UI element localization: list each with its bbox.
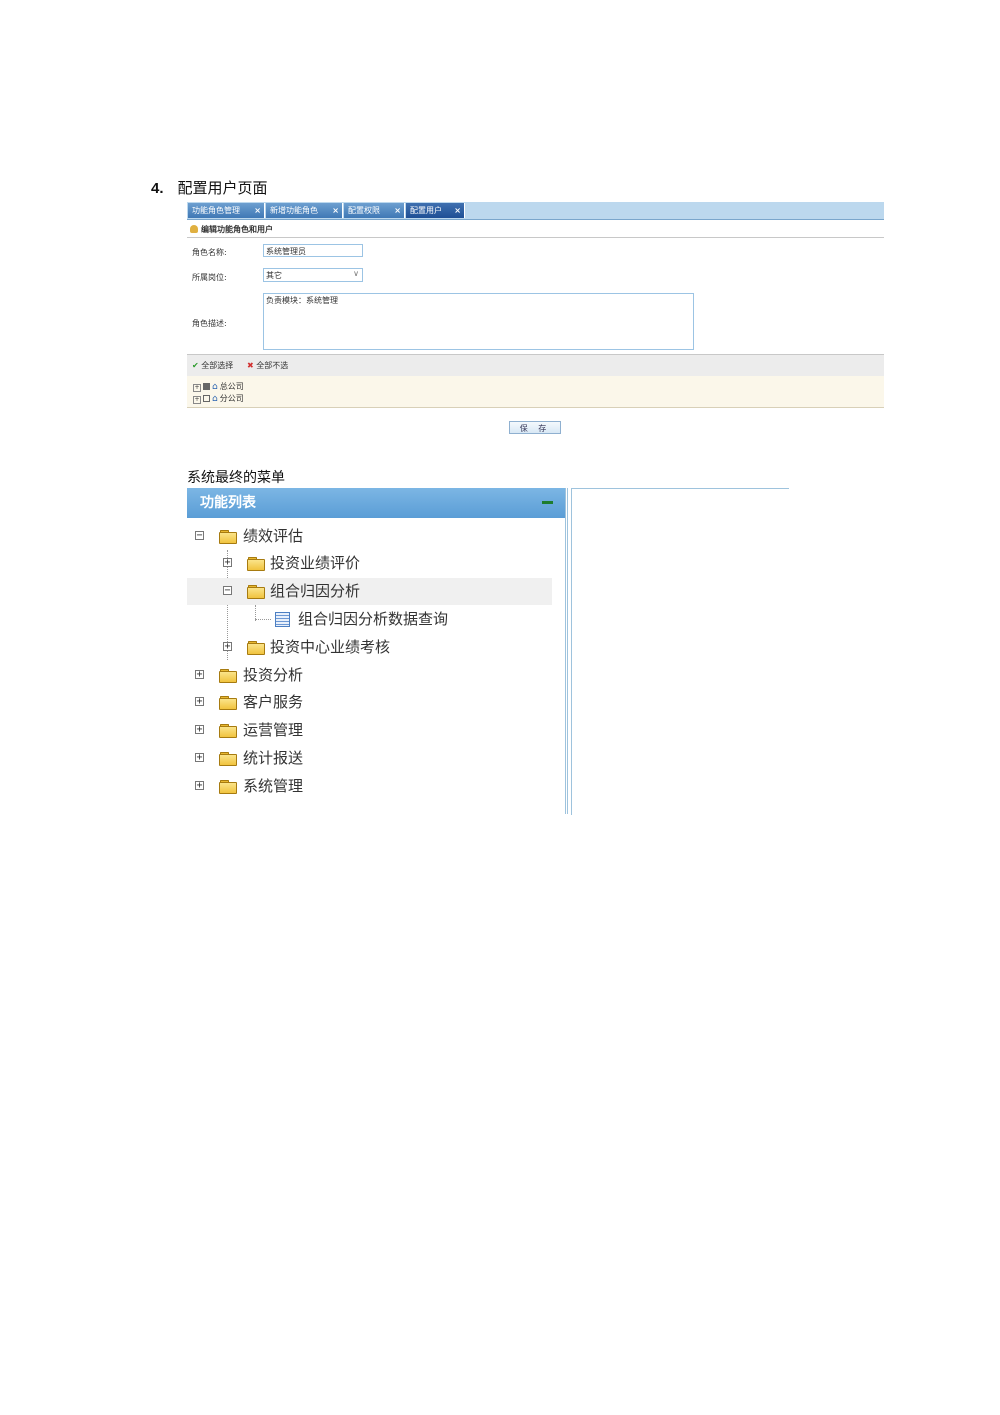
user-icon: [190, 225, 198, 233]
tree-item-label: 绩效评估: [243, 527, 304, 545]
expand-icon[interactable]: +: [223, 642, 232, 652]
close-icon[interactable]: ×: [332, 203, 339, 218]
section2-heading: 系统最终的菜单: [187, 470, 285, 486]
position-label: 所属岗位:: [192, 273, 227, 282]
collapse-icon[interactable]: −: [223, 586, 232, 596]
tree-item[interactable]: − 绩效评估: [187, 523, 552, 550]
tree-item[interactable]: + 客户服务: [187, 689, 552, 716]
expand-icon[interactable]: +: [195, 697, 204, 707]
tree-item[interactable]: + 统计报送: [187, 745, 552, 772]
collapse-icon[interactable]: −: [195, 531, 204, 541]
description-textarea[interactable]: 负责模块：系统管理: [263, 293, 694, 350]
folder-icon: [219, 669, 237, 683]
section-title: 配置用户页面: [177, 179, 268, 197]
checkbox[interactable]: [203, 383, 210, 390]
tab-label: 配置权限: [348, 206, 380, 215]
form-subtitle-text: 编辑功能角色和用户: [201, 225, 273, 234]
section-heading: 4. 配置用户页面: [151, 177, 268, 198]
close-icon[interactable]: ×: [254, 203, 261, 218]
tab-label: 配置用户: [410, 206, 442, 215]
tab-label: 功能角色管理: [192, 206, 240, 215]
select-all-label: 全部选择: [201, 361, 234, 370]
tree-item[interactable]: + 运营管理: [187, 717, 552, 744]
tree-item-label: 投资分析: [243, 666, 304, 684]
position-select[interactable]: 其它 ∨: [263, 268, 363, 282]
home-icon: ⌂: [212, 382, 218, 392]
tree-item-label: 运营管理: [243, 721, 304, 739]
folder-icon: [219, 752, 237, 766]
tree-item-label: 统计报送: [243, 749, 304, 767]
select-all-button[interactable]: ✔ 全部选择: [192, 360, 233, 371]
tab-config-user[interactable]: 配置用户 ×: [406, 203, 465, 218]
description-label: 角色描述:: [192, 319, 227, 328]
chevron-down-icon: ∨: [353, 269, 359, 278]
save-button[interactable]: 保 存: [509, 421, 561, 434]
home-icon: ⌂: [212, 394, 218, 404]
tree-item[interactable]: + 系统管理: [187, 773, 552, 800]
tab-role-management[interactable]: 功能角色管理 ×: [188, 203, 265, 218]
org-tree: + ⌂ 总公司 + ⌂ 分公司: [187, 376, 884, 408]
tree-item-label: 投资中心业绩考核: [270, 638, 391, 656]
folder-icon: [247, 641, 265, 655]
expand-icon[interactable]: +: [195, 781, 204, 791]
panel-header: 功能列表: [187, 488, 565, 518]
role-name-label: 角色名称:: [192, 248, 227, 257]
section-number: 4.: [151, 180, 164, 197]
form-subtitle: 编辑功能角色和用户: [190, 224, 273, 235]
tree-item-label: 组合归因分析: [270, 582, 361, 600]
tree-item[interactable]: − 组合归因分析: [187, 578, 552, 605]
tree-item[interactable]: 组合归因分析数据查询: [187, 606, 552, 633]
panel-title: 功能列表: [200, 495, 256, 511]
close-icon[interactable]: ×: [454, 203, 461, 218]
folder-icon: [219, 696, 237, 710]
tab-config-permission[interactable]: 配置权限 ×: [344, 203, 405, 218]
configure-user-screenshot: 功能角色管理 × 新增功能角色 × 配置权限 × 配置用户 × 编辑功能角色和用户 角色…: [187, 202, 884, 438]
check-icon: ✔: [192, 361, 199, 370]
tab-new-role[interactable]: 新增功能角色 ×: [266, 203, 343, 218]
tree-item[interactable]: + 投资分析: [187, 662, 552, 689]
report-icon: [275, 612, 290, 627]
select-none-label: 全部不选: [256, 361, 289, 370]
tree-item-label: 投资业绩评价: [270, 554, 361, 572]
tab-label: 新增功能角色: [270, 206, 318, 215]
expand-icon[interactable]: +: [195, 753, 204, 763]
org-tree-item[interactable]: + ⌂ 分公司: [193, 393, 244, 404]
content-panel: [571, 488, 789, 815]
checkbox[interactable]: [203, 395, 210, 402]
collapse-icon[interactable]: [542, 501, 553, 504]
tree-item-label: 组合归因分析数据查询: [298, 610, 449, 628]
folder-icon: [247, 585, 265, 599]
tree-item-label: 系统管理: [243, 777, 304, 795]
tree-item[interactable]: + 投资业绩评价: [187, 550, 552, 577]
position-select-value: 其它: [266, 271, 282, 280]
expand-icon[interactable]: +: [195, 670, 204, 680]
divider: [187, 237, 884, 238]
expand-icon[interactable]: +: [193, 384, 201, 392]
cross-icon: ✖: [247, 361, 254, 370]
selection-toolbar: ✔ 全部选择 ✖ 全部不选: [187, 354, 884, 377]
folder-icon: [219, 780, 237, 794]
tree-item-label: 客户服务: [243, 693, 304, 711]
folder-icon: [247, 557, 265, 571]
org-tree-label: 分公司: [219, 394, 244, 403]
expand-icon[interactable]: +: [223, 558, 232, 568]
select-none-button[interactable]: ✖ 全部不选: [247, 360, 288, 371]
org-tree-item[interactable]: + ⌂ 总公司: [193, 381, 244, 392]
expand-icon[interactable]: +: [193, 396, 201, 404]
role-name-input[interactable]: 系统管理员: [263, 244, 363, 257]
folder-icon: [219, 530, 237, 544]
org-tree-label: 总公司: [219, 382, 244, 391]
close-icon[interactable]: ×: [394, 203, 401, 218]
function-list-panel: 功能列表 − 绩效评估 + 投资业绩评价 − 组合归因分析 组合归因分析数据查询…: [187, 488, 568, 814]
folder-icon: [219, 724, 237, 738]
tab-bar: 功能角色管理 × 新增功能角色 × 配置权限 × 配置用户 ×: [187, 202, 884, 220]
tree-item[interactable]: + 投资中心业绩考核: [187, 634, 552, 661]
expand-icon[interactable]: +: [195, 725, 204, 735]
